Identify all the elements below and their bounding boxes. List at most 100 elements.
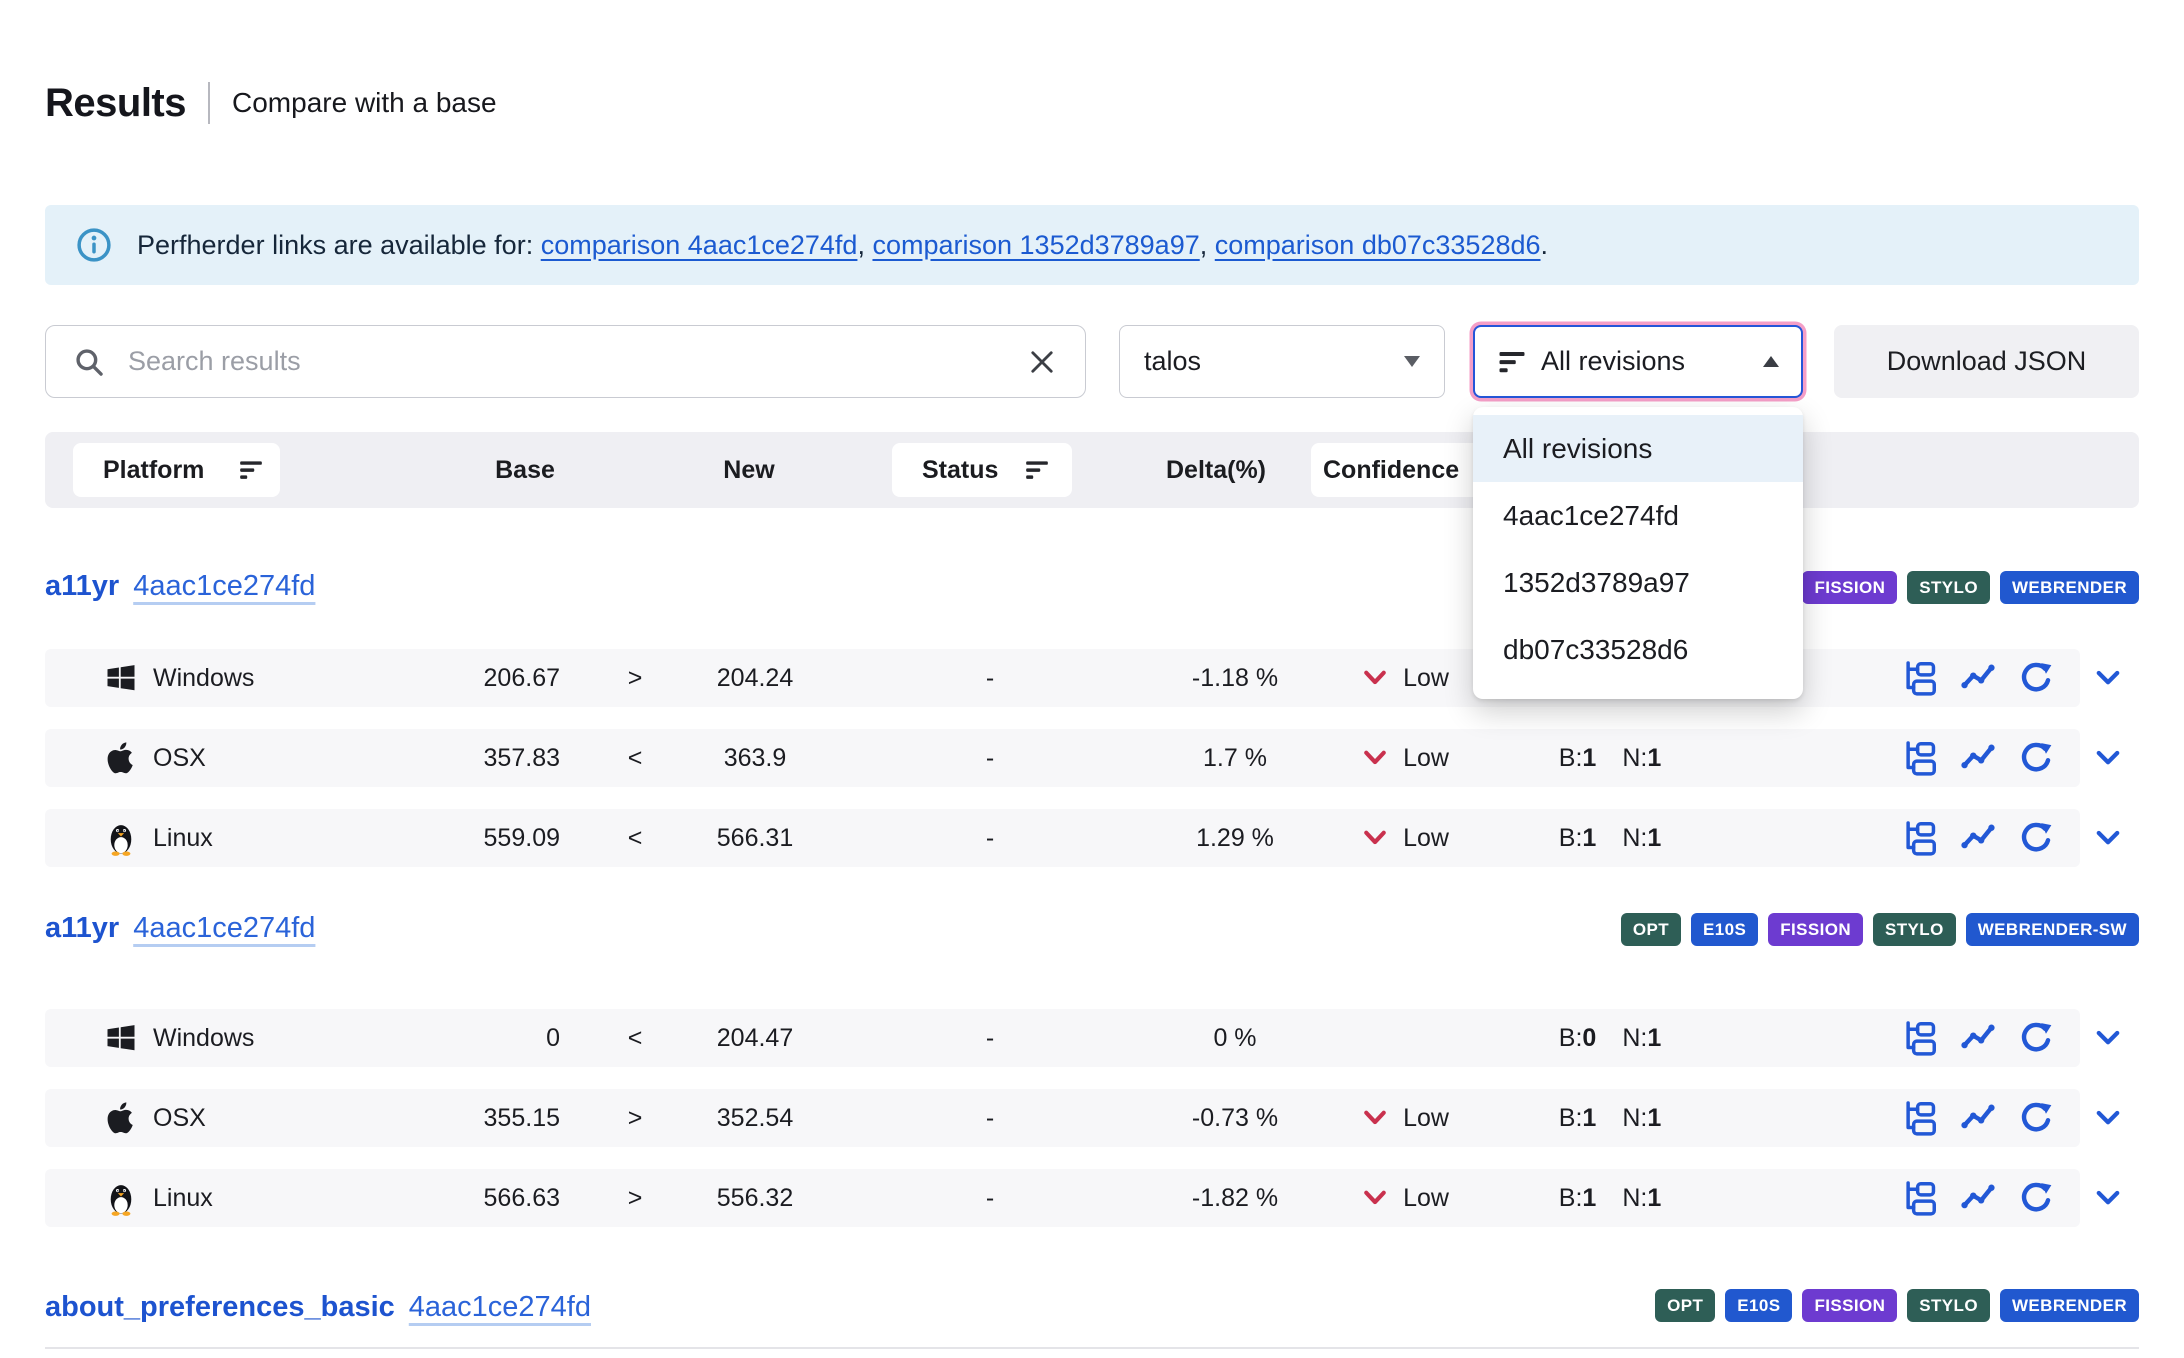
info-banner: Perfherder links are available for: comp… [45,205,2139,285]
revision-link[interactable]: 4aac1ce274fd [133,912,315,945]
graph-icon[interactable] [1959,1179,1997,1217]
comparison-link[interactable]: comparison 1352d3789a97 [872,230,1199,260]
graph-icon[interactable] [1959,659,1997,697]
section-title: about_preferences_basic 4aac1ce274fd [45,1281,591,1333]
delta-value: 1.7 % [1180,744,1290,773]
badge-row: OPT E10S FISSION STYLO WEBRENDER [1655,1289,2139,1322]
title-divider [208,82,210,124]
revision-option[interactable]: All revisions [1473,415,1803,482]
platform-filter-button[interactable]: Platform [73,443,280,497]
status-value: - [800,1184,1180,1213]
badge: STYLO [1873,913,1956,946]
table-row: Linux 559.09 < 566.31 - 1.29 % Low B:1 N… [45,809,2139,867]
delta-value: -0.73 % [1180,1104,1290,1133]
revision-link[interactable]: 4aac1ce274fd [133,570,315,603]
badge: STYLO [1907,571,1990,604]
framework-select[interactable]: talos [1119,325,1445,398]
base-value: 559.09 [375,824,560,853]
clear-search-icon[interactable] [1025,345,1059,379]
controls-row: talos All revisions Download JSON All re… [45,325,2139,398]
status-value: - [800,824,1180,853]
filter-icon [238,457,264,483]
base-value: 206.67 [375,664,560,693]
revisions-selected-value: All revisions [1541,346,1749,377]
expand-row-button[interactable] [2088,1098,2128,1138]
run-counts: B:0 N:1 [1520,1024,1700,1053]
new-value: 204.47 [710,1024,800,1053]
section-title: a11yr 4aac1ce274fd [45,560,315,612]
info-icon [75,226,113,264]
filter-icon [1024,457,1050,483]
search-input[interactable] [126,345,1005,378]
delta-value: 1.29 % [1180,824,1290,853]
chevron-up-icon [1763,356,1779,367]
graph-icon[interactable] [1959,819,1997,857]
badge: E10S [1725,1289,1792,1322]
regression-arrow-icon [1361,824,1389,852]
subtests-icon[interactable] [1901,819,1939,857]
confidence-value: Low [1403,1184,1449,1213]
search-box [45,325,1086,398]
confidence-value: Low [1403,744,1449,773]
download-json-button[interactable]: Download JSON [1834,325,2139,398]
linux-tux-icon [103,820,139,856]
expand-row-button[interactable] [2088,818,2128,858]
banner-message: Perfherder links are available for: [137,230,533,260]
table-row: Windows 0 < 204.47 - 0 % B:0 N:1 [45,1009,2139,1067]
new-value: 352.54 [710,1104,800,1133]
retrigger-icon[interactable] [2017,739,2055,777]
revision-option[interactable]: db07c33528d6 [1473,616,1803,683]
base-value: 566.63 [375,1184,560,1213]
expand-row-button[interactable] [2088,658,2128,698]
platform-label: OSX [153,744,206,773]
subtests-icon[interactable] [1901,739,1939,777]
regression-arrow-icon [1361,1104,1389,1132]
run-counts: B:1 N:1 [1520,824,1700,853]
expand-row-button[interactable] [2088,738,2128,778]
expand-row-button[interactable] [2088,1178,2128,1218]
platform-label: OSX [153,1104,206,1133]
retrigger-icon[interactable] [2017,659,2055,697]
direction-indicator: > [560,664,710,693]
page-header: Results Compare with a base [45,76,497,130]
base-value: 355.15 [375,1104,560,1133]
revisions-filter-button[interactable]: All revisions [1473,325,1803,398]
graph-icon[interactable] [1959,1099,1997,1137]
base-value: 0 [375,1024,560,1053]
badge: OPT [1655,1289,1715,1322]
test-name: a11yr [45,912,119,945]
regression-arrow-icon [1361,1184,1389,1212]
chevron-down-icon [2091,1021,2125,1055]
graph-icon[interactable] [1959,739,1997,777]
graph-icon[interactable] [1959,1019,1997,1057]
chevron-down-icon [2091,1101,2125,1135]
subtests-icon[interactable] [1901,659,1939,697]
comparison-link[interactable]: comparison db07c33528d6 [1215,230,1541,260]
retrigger-icon[interactable] [2017,819,2055,857]
new-value: 204.24 [710,664,800,693]
subtests-icon[interactable] [1901,1179,1939,1217]
framework-selected-value: talos [1144,346,1201,377]
retrigger-icon[interactable] [2017,1099,2055,1137]
platform-label: Windows [153,664,254,693]
delta-column-header: Delta(%) [1146,432,1286,508]
page-subtitle: Compare with a base [232,87,497,119]
subtests-icon[interactable] [1901,1099,1939,1137]
revision-option[interactable]: 4aac1ce274fd [1473,482,1803,549]
subtests-icon[interactable] [1901,1019,1939,1057]
badge: WEBRENDER [2000,1289,2139,1322]
retrigger-icon[interactable] [2017,1019,2055,1057]
new-value: 556.32 [710,1184,800,1213]
regression-arrow-icon [1361,664,1389,692]
comparison-link[interactable]: comparison 4aac1ce274fd [541,230,858,260]
status-filter-button[interactable]: Status [892,443,1072,497]
platform-label: Linux [153,824,213,853]
revision-option[interactable]: 1352d3789a97 [1473,549,1803,616]
section-divider [45,1347,2139,1349]
retrigger-icon[interactable] [2017,1179,2055,1217]
badge: WEBRENDER-SW [1966,913,2139,946]
expand-row-button[interactable] [2088,1018,2128,1058]
revision-link[interactable]: 4aac1ce274fd [409,1291,591,1324]
section-title: a11yr 4aac1ce274fd [45,902,315,954]
apple-logo-icon [103,740,139,776]
